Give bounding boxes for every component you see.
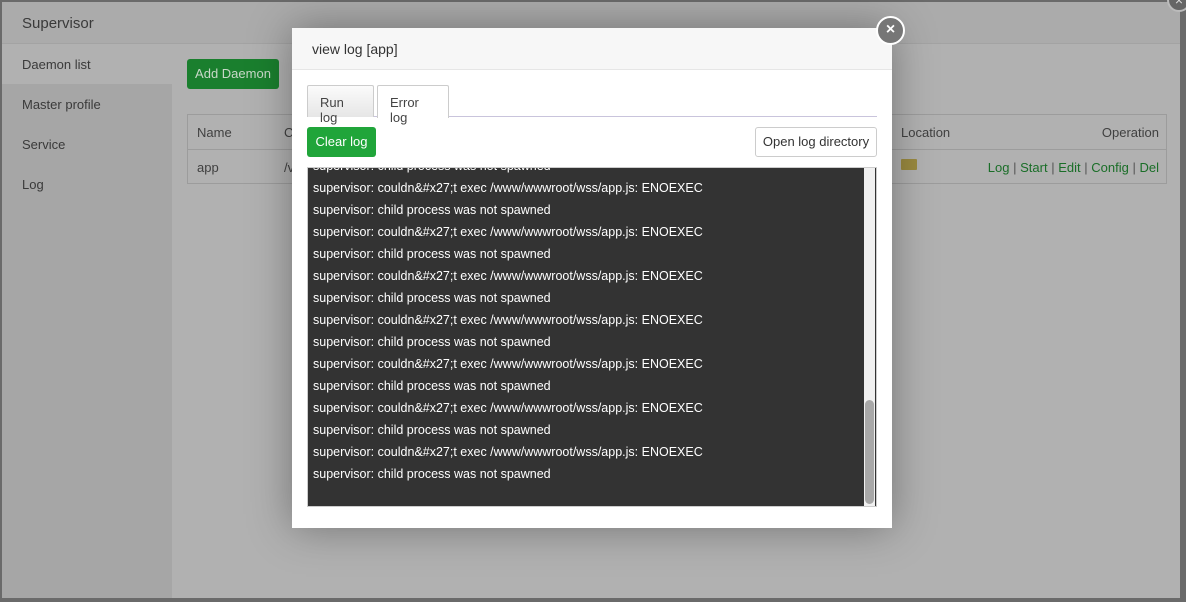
separator: |: [1013, 160, 1017, 175]
scrollbar-thumb[interactable]: [865, 400, 874, 504]
log-line: supervisor: child process was not spawne…: [313, 291, 551, 305]
log-line: supervisor: child process was not spawne…: [313, 423, 551, 437]
tab-run-log[interactable]: Run log: [307, 85, 374, 125]
tab-error-log[interactable]: Error log: [377, 85, 449, 125]
log-line: supervisor: couldn&#x27;t exec /www/wwwr…: [313, 445, 703, 459]
op-config-link[interactable]: Config: [1091, 160, 1129, 175]
open-log-directory-button[interactable]: Open log directory: [755, 127, 877, 157]
view-log-modal: view log [app] Run log Error log Clear l…: [292, 28, 892, 528]
op-log-link[interactable]: Log: [988, 160, 1010, 175]
log-line: supervisor: child process was not spawne…: [313, 379, 551, 393]
log-line: supervisor: child process was not spawne…: [313, 203, 551, 217]
sidebar: Daemon list Master profile Service Log: [2, 44, 172, 598]
log-line: supervisor: couldn&#x27;t exec /www/wwwr…: [313, 269, 703, 283]
log-line: supervisor: child process was not spawne…: [313, 247, 551, 261]
header-location: Location: [901, 125, 951, 140]
log-line: supervisor: child process was not spawne…: [313, 467, 551, 481]
separator: |: [1084, 160, 1088, 175]
header-operation: Operation: [1101, 125, 1159, 140]
separator: |: [1051, 160, 1055, 175]
log-line: supervisor: child process was not spawne…: [313, 168, 860, 177]
header-name: Name: [197, 125, 232, 140]
log-lines: supervisor: child process was not spawne…: [313, 168, 860, 485]
log-output[interactable]: supervisor: child process was not spawne…: [307, 167, 877, 507]
op-start-link[interactable]: Start: [1020, 160, 1047, 175]
log-tabs: Run log Error log: [307, 85, 877, 125]
modal-close-icon[interactable]: ×: [876, 16, 905, 45]
log-line: supervisor: child process was not spawne…: [313, 335, 551, 349]
separator: |: [1132, 160, 1136, 175]
row-name: app: [197, 160, 219, 175]
scrollbar[interactable]: [864, 168, 875, 506]
sidebar-item-service[interactable]: Service: [2, 124, 172, 164]
log-line: supervisor: couldn&#x27;t exec /www/wwwr…: [313, 181, 703, 195]
folder-icon[interactable]: [901, 159, 917, 170]
op-del-link[interactable]: Del: [1139, 160, 1159, 175]
op-edit-link[interactable]: Edit: [1058, 160, 1080, 175]
clear-log-button[interactable]: Clear log: [307, 127, 376, 157]
sidebar-item-daemon-list[interactable]: Daemon list: [2, 44, 172, 84]
log-line: supervisor: couldn&#x27;t exec /www/wwwr…: [313, 225, 703, 239]
log-line: supervisor: couldn&#x27;t exec /www/wwwr…: [313, 357, 703, 371]
add-daemon-button[interactable]: Add Daemon: [187, 59, 279, 89]
log-line: supervisor: couldn&#x27;t exec /www/wwwr…: [313, 313, 703, 327]
modal-title: view log [app]: [292, 28, 892, 70]
log-line: supervisor: couldn&#x27;t exec /www/wwwr…: [313, 401, 703, 415]
sidebar-item-log[interactable]: Log: [2, 164, 172, 204]
sidebar-item-master-profile[interactable]: Master profile: [2, 84, 172, 124]
row-operations: Log | Start | Edit | Config | Del: [988, 160, 1159, 175]
